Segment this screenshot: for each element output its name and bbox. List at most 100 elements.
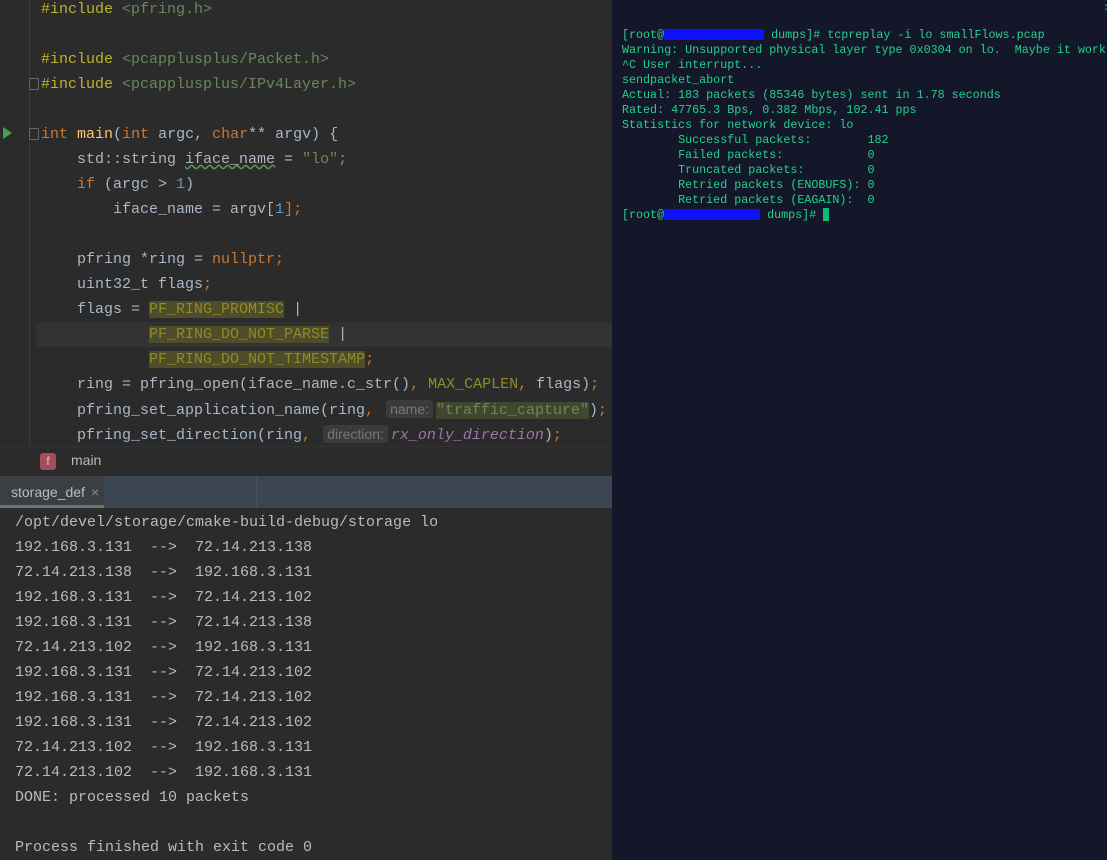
code-line: int main(int argc, char** argv) { (41, 122, 338, 147)
code-token: #include (41, 51, 114, 68)
prompt-suffix: dumps]# (764, 28, 828, 42)
code-token: rx_only_direction (390, 427, 544, 444)
code-token: (argc > (95, 176, 177, 193)
code-token: PF_RING_PROMISC (149, 301, 285, 318)
code-token: | (329, 326, 348, 343)
code-token: ) (543, 427, 553, 444)
code-token: ]; (284, 201, 303, 218)
terminal-prompt-line[interactable]: [root@ dumps]# (622, 208, 830, 223)
code-token: ; (203, 276, 213, 293)
console-line: 72.14.213.102 --> 192.168.3.131 (15, 739, 313, 756)
code-token: "lo" (302, 151, 339, 168)
fold-icon[interactable] (29, 128, 39, 140)
code-token: , (365, 402, 384, 419)
code-token: , (518, 376, 537, 393)
code-token: | (284, 301, 303, 318)
scroll-marker: : (1103, 3, 1107, 14)
terminal-output-line: Warning: Unsupported physical layer type… (622, 43, 1107, 57)
run-console-output[interactable]: /opt/devel/storage/cmake-build-debug/sto… (0, 508, 612, 860)
code-token: ) (589, 402, 599, 419)
terminal-cursor (823, 208, 830, 222)
terminal-output-line: Actual: 183 packets (85346 bytes) sent i… (622, 88, 1001, 102)
console-line: 72.14.213.102 --> 192.168.3.131 (15, 639, 313, 656)
terminal-output-line: Retried packets (ENOBUFS): 0 (622, 178, 875, 192)
breadcrumb: f main (0, 446, 612, 476)
tab-storage-def[interactable]: storage_def × (0, 476, 104, 508)
code-token: ; (590, 376, 600, 393)
code-token: "traffic_capture" (436, 402, 590, 419)
console-line: DONE: processed 10 packets (15, 789, 250, 806)
code-token: char (212, 126, 249, 143)
code-line: uint32_t flags; (41, 272, 212, 297)
code-token: flags) (536, 376, 591, 393)
code-token: <pcapplusplus/Packet.h> (113, 51, 330, 68)
terminal-command: tcpreplay -i lo smallFlows.pcap (827, 28, 1045, 42)
tab-label: storage_def (11, 484, 85, 500)
prompt-prefix: [root@ (622, 28, 665, 42)
code-token: uint32_t flags (41, 276, 204, 293)
console-line: 192.168.3.131 --> 72.14.213.102 (15, 589, 313, 606)
code-line: flags = PF_RING_PROMISC | (41, 297, 302, 322)
prompt-suffix: dumps]# (760, 208, 824, 222)
code-line: PF_RING_DO_NOT_PARSE | (41, 322, 347, 347)
code-line: if (argc > 1) (41, 172, 194, 197)
code-token: <pcapplusplus/IPv4Layer.h> (113, 76, 357, 93)
redacted-hostname (664, 209, 761, 221)
terminal-output-line: sendpacket_abort (622, 73, 735, 87)
code-line: pfring_set_application_name(ring, name: "… (41, 397, 607, 422)
code-token: if (77, 176, 96, 193)
code-token: ) (185, 176, 195, 193)
terminal-output-line: Rated: 47765.3 Bps, 0.382 Mbps, 102.41 p… (622, 103, 917, 117)
code-token: nullptr (212, 251, 276, 268)
code-token: pfring *ring = (41, 251, 213, 268)
console-line: Process finished with exit code 0 (15, 839, 313, 856)
code-line: #include <pfring.h> (41, 0, 212, 22)
code-token: ; (598, 402, 608, 419)
code-token: main (77, 126, 114, 143)
breadcrumb-item-main[interactable]: main (71, 452, 101, 468)
code-token: = (275, 151, 303, 168)
code-token: int (41, 126, 69, 143)
terminal-output-line: Retried packets (EAGAIN): 0 (622, 193, 875, 207)
run-gutter-icon[interactable] (3, 127, 12, 139)
code-token: ; (338, 151, 348, 168)
code-token: ; (552, 427, 562, 444)
code-token: PF_RING_DO_NOT_TIMESTAMP (149, 351, 366, 368)
console-line: 192.168.3.131 --> 72.14.213.102 (15, 689, 313, 706)
code-token: , (302, 427, 321, 444)
console-line: 192.168.3.131 --> 72.14.213.138 (15, 614, 313, 631)
fold-icon[interactable] (29, 78, 39, 90)
console-line: 192.168.3.131 --> 72.14.213.102 (15, 664, 313, 681)
code-token: #include (41, 76, 114, 93)
terminal-window[interactable]: : [root@ dumps]# tcpreplay -i lo smallFl… (612, 0, 1107, 860)
divider (256, 476, 257, 508)
code-token: pfring_set_application_name(ring (41, 402, 366, 419)
code-line: pfring_set_direction(ring, direction: rx_… (41, 422, 562, 446)
code-token: iface_name (185, 151, 276, 168)
code-token: ; (365, 351, 375, 368)
code-token: MAX_CAPLEN (428, 376, 519, 393)
redacted-hostname (664, 29, 765, 41)
parameter-hint: direction: (323, 425, 388, 443)
console-line: 72.14.213.138 --> 192.168.3.131 (15, 564, 313, 581)
code-line: iface_name = argv[1]; (41, 197, 302, 222)
terminal-output-line: Failed packets: 0 (622, 148, 875, 162)
code-token: 1 (275, 201, 285, 218)
code-token: pfring_set_direction(ring (41, 427, 303, 444)
code-token: ( (113, 126, 123, 143)
prompt-prefix: [root@ (622, 208, 665, 222)
close-icon[interactable]: × (91, 484, 99, 500)
console-line: 72.14.213.102 --> 192.168.3.131 (15, 764, 313, 781)
console-line: 192.168.3.131 --> 72.14.213.138 (15, 539, 313, 556)
run-tab-bar: storage_def × (0, 476, 612, 508)
console-line: 192.168.3.131 --> 72.14.213.102 (15, 714, 313, 731)
code-token: int (122, 126, 150, 143)
terminal-output-line: Statistics for network device: lo (622, 118, 854, 132)
code-editor[interactable]: #include <pfring.h> #include <pcapplusplu… (0, 0, 612, 446)
code-token: iface_name = argv[ (41, 201, 276, 218)
terminal-output-line: ^C User interrupt... (622, 58, 763, 72)
code-token: flags = (41, 301, 150, 318)
